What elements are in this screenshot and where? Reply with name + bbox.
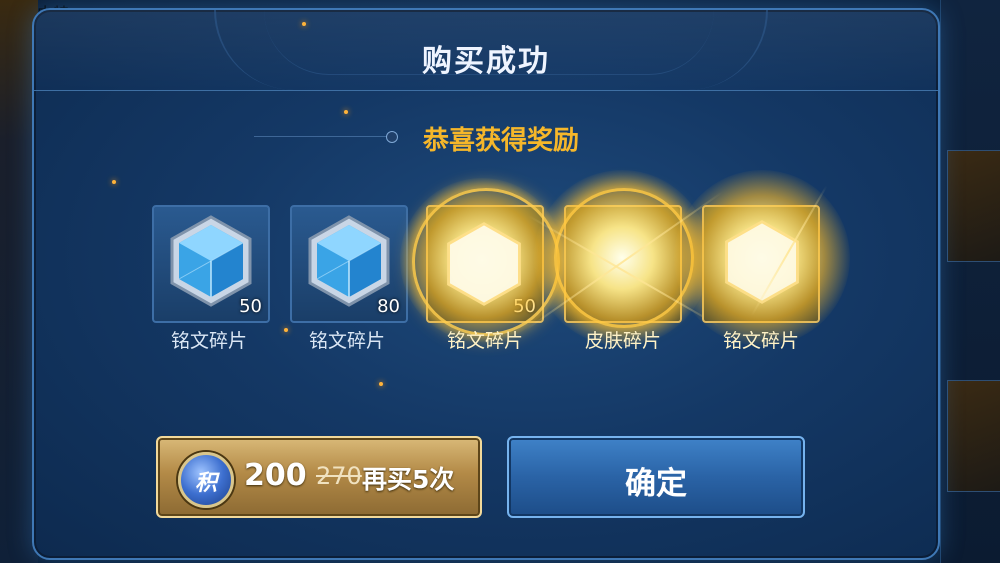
reward-label: 铭文碎片	[446, 330, 523, 352]
reward-count: 80	[377, 296, 400, 317]
reward-item[interactable]: 80	[290, 205, 408, 323]
coupon-coin-icon: 积	[178, 452, 234, 508]
background-right-panel	[940, 0, 1000, 563]
reward-item[interactable]: 50	[152, 205, 270, 323]
spark	[344, 110, 348, 114]
spark	[302, 22, 306, 26]
reward-subtitle: 恭喜获得奖励	[422, 126, 579, 156]
blue-crystal-icon	[308, 215, 390, 307]
spark	[284, 328, 288, 332]
confirm-button[interactable]: 确定	[507, 436, 805, 518]
background-hero-tile	[947, 150, 1000, 262]
buy-again-button[interactable]: 积 200 270 再买5次	[156, 436, 482, 518]
original-price: 270	[316, 462, 362, 490]
dialog-title: 购买成功	[422, 44, 550, 79]
purchase-success-dialog: 购买成功 恭喜获得奖励 50 铭文碎片 80 铭文碎片 50	[32, 8, 940, 560]
buy-again-label: 再买5次	[362, 465, 455, 494]
reward-label: 皮肤碎片	[584, 330, 661, 352]
spark	[112, 180, 116, 184]
coin-glyph: 积	[194, 471, 217, 496]
reward-label: 铭文碎片	[722, 330, 799, 352]
dialog-header: 购买成功	[34, 10, 938, 91]
discount-price: 200	[244, 458, 307, 493]
reward-label: 铭文碎片	[308, 330, 385, 352]
reward-count: 50	[239, 296, 262, 317]
blue-crystal-icon	[170, 215, 252, 307]
confirm-label: 确定	[625, 466, 687, 502]
glowing-crystal-icon	[447, 222, 521, 306]
spark	[379, 382, 383, 386]
background-hero-tile	[947, 380, 1000, 492]
reward-label: 铭文碎片	[170, 330, 247, 352]
